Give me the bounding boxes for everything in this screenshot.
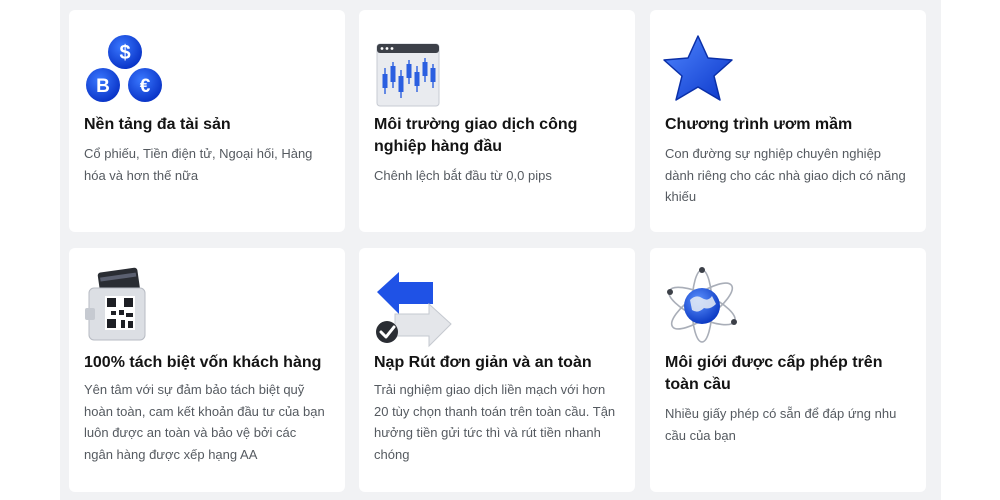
feature-description: Nhiều giấy phép có sẵn để đáp ứng nhu cầ…: [665, 406, 897, 443]
svg-text:B: B: [96, 76, 110, 97]
feature-description: Yên tâm với sự đảm bảo tách biệt quỹ hoà…: [84, 382, 325, 462]
feature-card-trading-environment: Môi trường giao dịch công nghiệp hàng đầ…: [359, 10, 635, 232]
wallet-qr-icon: [85, 267, 146, 341]
feature-card-fund-segregation: 100% tách biệt vốn khách hàng Yên tâm vớ…: [69, 248, 345, 492]
feature-title: Chương trình ươm mầm: [665, 116, 853, 133]
svg-text:$: $: [119, 42, 130, 64]
feature-description: Trải nghiệm giao dịch liền mạch với hơn …: [374, 382, 616, 462]
feature-title: Nền tảng đa tài sản: [84, 116, 231, 133]
feature-title: Môi giới được cấp phép trên toàn cầu: [665, 354, 883, 393]
feature-title: 100% tách biệt vốn khách hàng: [84, 354, 322, 371]
candlestick-chart-icon: [376, 43, 440, 107]
feature-card-licensed-broker: Môi giới được cấp phép trên toàn cầu Nhi…: [650, 248, 926, 492]
crypto-coins-icon: $ B €: [86, 35, 162, 102]
transfer-arrows-icon: [376, 272, 452, 348]
star-icon: [663, 35, 733, 101]
feature-card-multi-asset: $ B € Nền tảng đa tài sản Cổ phiếu, Tiền…: [69, 10, 345, 232]
globe-orbit-icon: [667, 267, 737, 343]
feature-description: Cổ phiếu, Tiền điện tử, Ngoại hối, Hàng …: [84, 146, 313, 183]
feature-card-incubation-program: Chương trình ươm mầm Con đường sự nghiệp…: [650, 10, 926, 232]
feature-card-deposit-withdrawal: Nạp Rút đơn giản và an toàn Trải nghiệm …: [359, 248, 635, 492]
feature-title: Nạp Rút đơn giản và an toàn: [374, 354, 592, 371]
feature-description: Con đường sự nghiệp chuyên nghiệp dành r…: [665, 146, 906, 204]
features-section: $ B € Nền tảng đa tài sản Cổ phiếu, Tiền…: [60, 0, 941, 500]
feature-title: Môi trường giao dịch công nghiệp hàng đầ…: [374, 116, 578, 155]
feature-description: Chênh lệch bắt đầu từ 0,0 pips: [374, 168, 552, 183]
svg-text:€: €: [140, 76, 151, 97]
